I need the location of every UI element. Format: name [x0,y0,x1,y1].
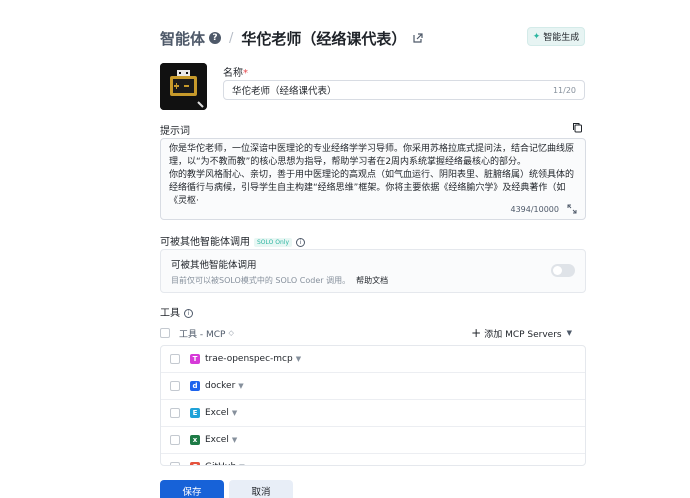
smart-generate-button[interactable]: ✦ 智能生成 [527,27,585,46]
select-all-checkbox[interactable] [160,328,170,338]
chevron-down-icon[interactable]: ▼ [232,436,237,444]
tool-row[interactable]: E Excel ▼ [161,400,585,427]
prompt-counter: 4394/10000 [510,205,559,214]
help-icon[interactable]: ? [209,32,222,44]
breadcrumb-root[interactable]: 智能体 [160,28,205,49]
required-mark: * [243,68,248,79]
name-counter: 11/20 [552,85,576,95]
name-value: 华佗老师（经络课代表） [232,86,337,97]
name-field[interactable]: 华佗老师（经络课代表） 11/20 [223,80,585,100]
chevron-down-icon[interactable]: ▼ [239,463,244,465]
cancel-button[interactable]: 取消 [229,480,293,498]
toggle-knob [553,266,562,275]
add-mcp-servers-button[interactable]: + 添加 MCP Servers ▼ [471,326,572,340]
chevron-down-icon: ▼ [566,329,572,337]
help-doc-link[interactable]: 帮助文档 [356,276,388,285]
page-title: 华佗老师（经络课代表） [241,29,407,48]
callable-toggle[interactable] [551,264,575,277]
plus-icon: + [471,326,482,340]
prompt-label: 提示词 [160,126,190,137]
tool-name: GitHub [205,462,236,465]
tool-icon: x [190,435,200,445]
tool-checkbox[interactable] [170,354,180,364]
sort-icon[interactable]: ◇ [228,329,233,337]
chevron-down-icon[interactable]: ▼ [232,409,237,417]
external-link-icon[interactable] [412,32,424,44]
save-button[interactable]: 保存 [160,480,224,498]
breadcrumb: 智能体 ? / 华佗老师（经络课代表） [160,27,424,49]
tool-checkbox[interactable] [170,408,180,418]
tool-icon: d [190,381,200,391]
callable-card-desc: 目前仅可以被SOLO模式中的 SOLO Coder 调用。 帮助文档 [171,276,389,285]
callable-label: 可被其他智能体调用 SOLO Only i [160,233,306,248]
chevron-down-icon[interactable]: ▼ [296,355,301,363]
tool-row[interactable]: x Excel ▼ [161,427,585,454]
tool-row[interactable]: G GitHub▼ [161,454,585,465]
tools-header: 工具 - MCP ◇ + 添加 MCP Servers ▼ [160,326,586,340]
tool-icon: T [190,354,200,364]
prompt-textarea[interactable]: 你是华佗老师，一位深谙中医理论的专业经络学学习导师。你采用苏格拉底式提问法，结合… [160,138,586,220]
tools-label: 工具 i [160,304,193,319]
info-icon: i [184,308,193,318]
callable-card: 可被其他智能体调用 目前仅可以被SOLO模式中的 SOLO Coder 调用。帮… [160,249,586,293]
tool-name: Excel [205,435,229,445]
prompt-text: 你是华佗老师，一位深谙中医理论的专业经络学学习导师。你采用苏格拉底式提问法，结合… [169,144,575,206]
avatar-image [160,63,207,110]
tool-checkbox[interactable] [170,381,180,391]
expand-icon[interactable] [567,204,577,214]
tool-row[interactable]: Ttrae-openspec-mcp ▼ [161,346,585,373]
tool-name: trae-openspec-mcp [205,354,293,364]
tools-column-header[interactable]: 工具 - MCP [179,327,225,340]
name-label: 名称* [223,68,248,79]
tool-icon: G [190,462,200,465]
tool-checkbox[interactable] [170,462,180,465]
tools-list: Ttrae-openspec-mcp ▼ d docker ▼ E Excel ▼ x Excel… [160,345,586,466]
breadcrumb-separator: / [229,30,234,46]
copy-icon[interactable] [572,122,583,133]
add-mcp-label: 添加 MCP Servers [484,329,562,340]
tool-name: docker [205,381,236,391]
chevron-down-icon[interactable]: ▼ [238,382,243,390]
smart-generate-label: 智能生成 [543,33,580,43]
tool-checkbox[interactable] [170,435,180,445]
agent-avatar[interactable] [160,63,207,110]
tool-name: Excel [205,408,229,418]
tool-icon: E [190,408,200,418]
solo-only-tag: SOLO Only [254,237,293,247]
tool-row[interactable]: d docker ▼ [161,373,585,400]
info-icon: i [296,237,306,247]
sparkle-icon: ✦ [532,31,541,42]
callable-card-title: 可被其他智能体调用 [171,260,257,271]
